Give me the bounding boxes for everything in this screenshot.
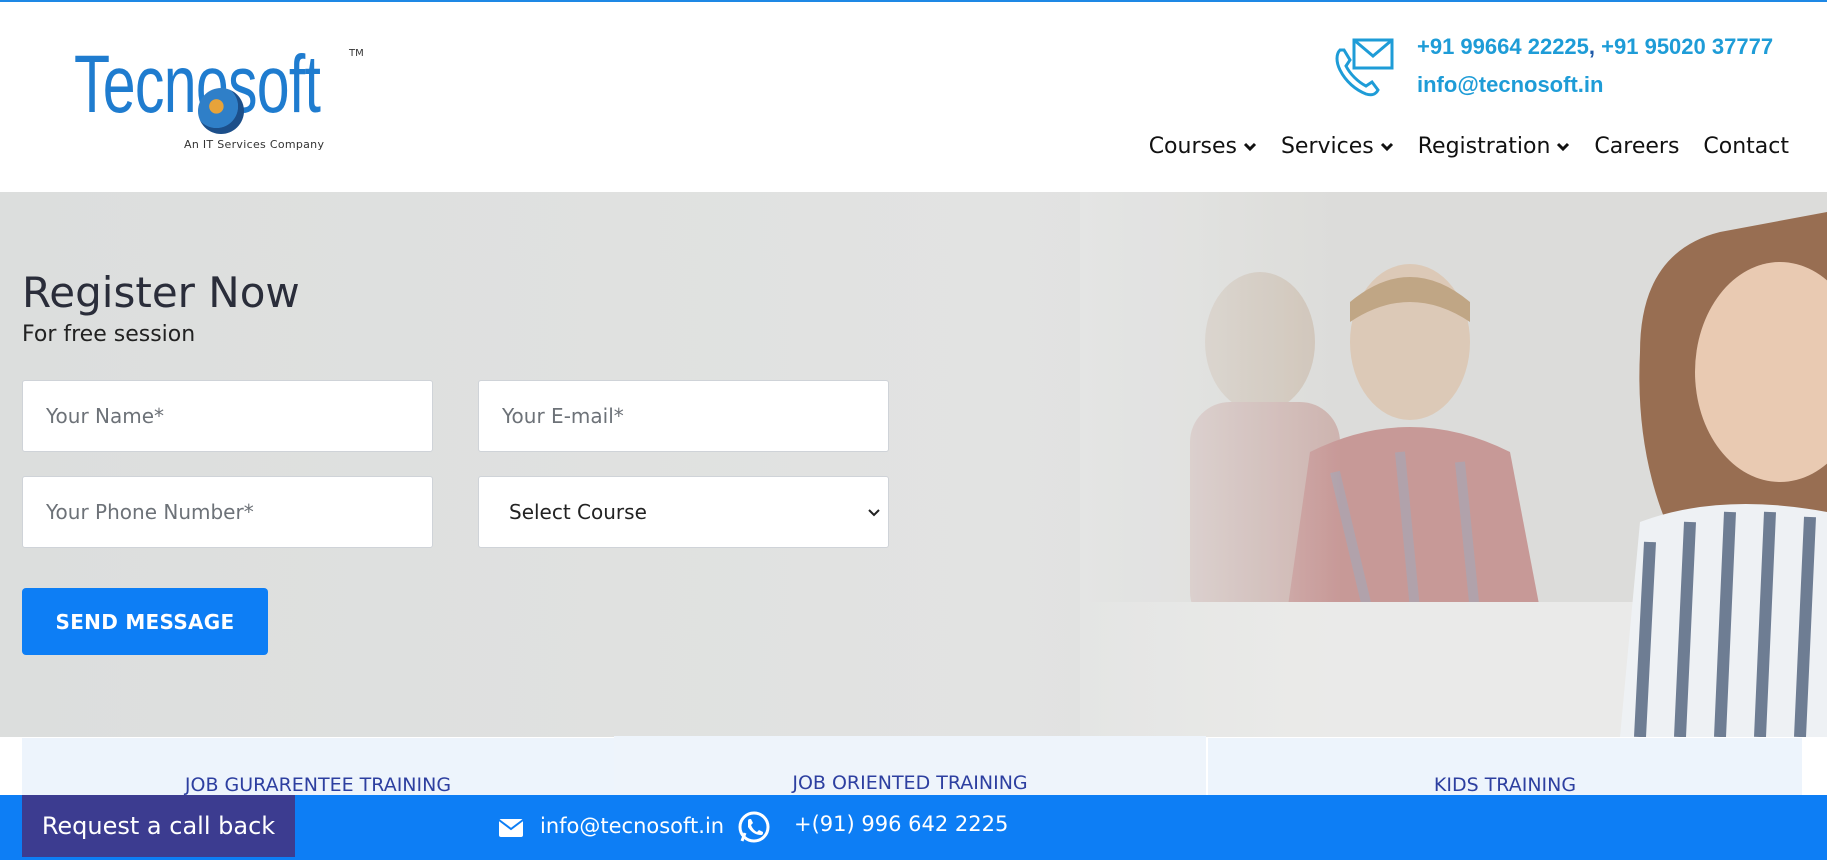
course-select-value: Select Course: [509, 500, 647, 524]
card-label: JOB GURARENTEE TRAINING: [184, 774, 452, 796]
phone-input[interactable]: Your Phone Number*: [22, 476, 433, 548]
main-nav: Courses Services Registration Careers Co…: [1149, 134, 1789, 159]
envelope-icon: [498, 819, 524, 837]
card-job-oriented-training[interactable]: JOB ORIENTED TRAINING: [614, 736, 1206, 796]
logo-trademark: TM: [349, 48, 364, 59]
logo-wordmark: Tecnosoft: [74, 39, 321, 130]
phone-link-1[interactable]: +91 99664 22225: [1417, 34, 1589, 59]
globe-icon: [198, 88, 244, 134]
nav-services-label: Services: [1280, 134, 1374, 159]
nav-registration-label: Registration: [1417, 134, 1551, 159]
nav-careers-label: Careers: [1594, 134, 1680, 159]
logo-tagline: An IT Services Company: [184, 138, 325, 151]
bottom-email-link[interactable]: info@tecnosoft.in: [540, 814, 724, 838]
nav-contact[interactable]: Contact: [1703, 134, 1789, 159]
chevron-down-icon: [868, 509, 880, 517]
envelope-phone-icon: [1335, 38, 1394, 97]
send-message-button[interactable]: SEND MESSAGE: [22, 588, 268, 655]
card-job-guarantee-training[interactable]: JOB GURARENTEE TRAINING: [22, 738, 614, 798]
chevron-down-icon: [1380, 142, 1393, 151]
chevron-down-icon: [1243, 142, 1257, 151]
bottom-phone-link[interactable]: +(91) 996 642 2225: [794, 812, 1008, 836]
header-phones: +91 99664 22225, +91 95020 37777: [1417, 34, 1773, 60]
nav-contact-label: Contact: [1703, 134, 1789, 159]
phone-link-2[interactable]: +91 95020 37777: [1601, 34, 1773, 59]
tecnosoft-logo[interactable]: Tecnosoft TM An IT Services Company: [74, 44, 374, 159]
free-session-subtitle: For free session: [22, 322, 196, 347]
phone-separator: ,: [1588, 34, 1596, 59]
whatsapp-icon[interactable]: [736, 810, 772, 846]
card-kids-training[interactable]: KIDS TRAINING: [1208, 738, 1802, 798]
nav-careers[interactable]: Careers: [1594, 134, 1679, 159]
course-select[interactable]: Select Course: [478, 476, 889, 548]
hero-section: Register Now For free session Your Name*…: [0, 192, 1827, 737]
hero-students-photo: [1080, 192, 1827, 737]
card-label: KIDS TRAINING: [1433, 774, 1577, 796]
site-header: Tecnosoft TM An IT Services Company +91 …: [0, 2, 1827, 192]
nav-registration[interactable]: Registration: [1418, 134, 1571, 159]
register-now-heading: Register Now: [22, 268, 300, 317]
nav-courses[interactable]: Courses: [1149, 134, 1257, 159]
chevron-down-icon: [1557, 142, 1570, 151]
header-email-link[interactable]: info@tecnosoft.in: [1417, 72, 1603, 98]
name-input[interactable]: Your Name*: [22, 380, 433, 452]
nav-courses-label: Courses: [1148, 134, 1237, 159]
email-input[interactable]: Your E-mail*: [478, 380, 889, 452]
card-label: JOB ORIENTED TRAINING: [792, 772, 1028, 794]
nav-services[interactable]: Services: [1281, 134, 1394, 159]
request-call-back-button[interactable]: Request a call back: [22, 795, 295, 857]
